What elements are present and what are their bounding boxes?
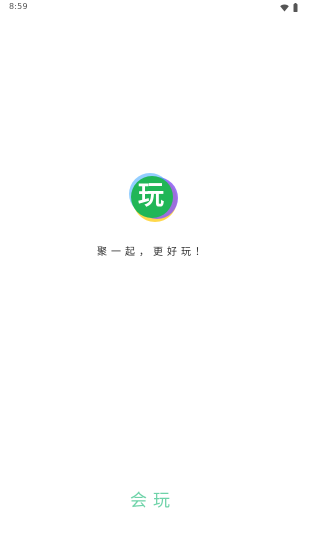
- status-time: 8:59: [9, 2, 28, 11]
- battery-icon: [293, 3, 298, 12]
- status-bar: 8:59: [0, 0, 306, 16]
- app-logo: 玩: [128, 172, 178, 222]
- slogan-text: 聚一起，更好玩！: [97, 247, 209, 258]
- brand-name: 会玩: [130, 491, 176, 511]
- logo-char: 玩: [137, 181, 164, 211]
- status-icons: [280, 3, 298, 12]
- wifi-icon: [280, 4, 289, 12]
